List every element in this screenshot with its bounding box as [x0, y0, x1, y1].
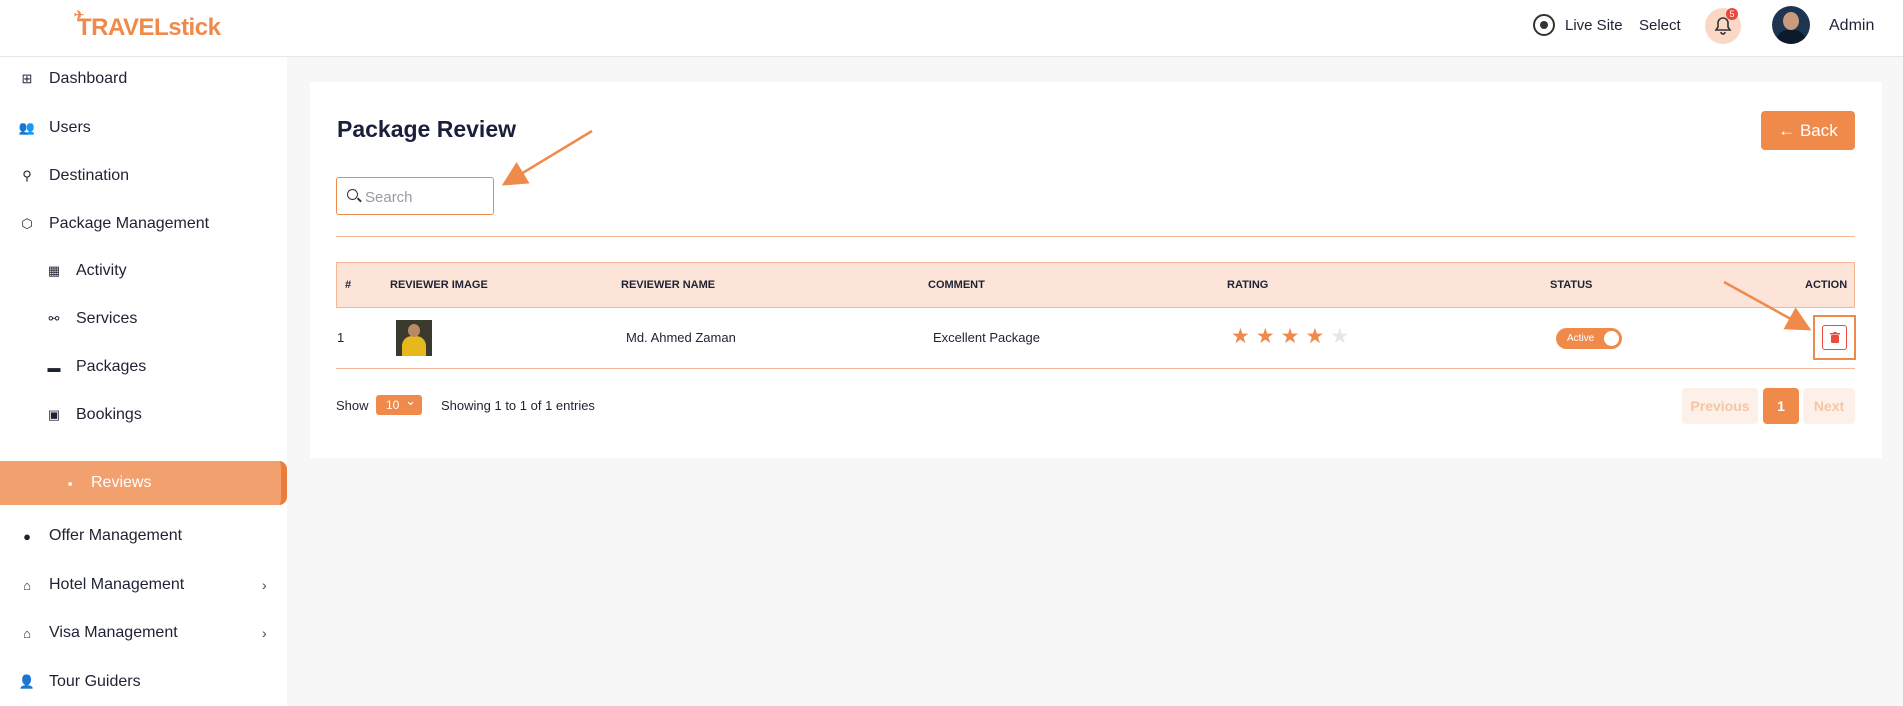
status-toggle[interactable]: Active	[1556, 328, 1622, 349]
page-1-button[interactable]: 1	[1763, 388, 1799, 424]
row-number: 1	[337, 330, 345, 345]
logo-text-travel: TRAVEL	[77, 14, 169, 41]
sidebar-item-services[interactable]: ⚯ Services	[0, 297, 287, 341]
status-label: Active	[1567, 333, 1595, 344]
sidebar-item-visa-management[interactable]: ⌂ Visa Management ›	[0, 611, 287, 655]
sidebar-item-destination[interactable]: ⚲ Destination	[0, 154, 287, 198]
search-icon	[347, 189, 358, 200]
divider	[336, 236, 1855, 237]
sidebar-item-label: Reviews	[91, 474, 152, 491]
delete-button[interactable]	[1822, 325, 1847, 350]
sidebar-item-users[interactable]: 👥 Users	[0, 106, 287, 150]
top-bar: ✈ TRAVELstick Live Site Select 5 Admin	[0, 0, 1903, 57]
sidebar-item-label: Tour Guiders	[49, 673, 141, 690]
live-site-link[interactable]: Live Site	[1565, 17, 1623, 34]
users-icon: 👥	[18, 120, 36, 135]
logo-text-stick: stick	[168, 14, 221, 41]
sidebar-item-dashboard[interactable]: ⊞ Dashboard	[0, 57, 287, 101]
sidebar-item-label: Dashboard	[49, 70, 128, 87]
sidebar-item-label: Activity	[76, 262, 127, 279]
review-comment: Excellent Package	[933, 330, 1040, 345]
star-icon: ★	[1231, 325, 1250, 348]
sidebar-item-label: Services	[76, 310, 138, 327]
hotel-icon: ⌂	[23, 577, 31, 593]
select-dropdown[interactable]: Select	[1639, 17, 1681, 34]
user-name[interactable]: Admin	[1829, 17, 1874, 35]
sidebar-item-label: Package Management	[49, 215, 210, 232]
next-button[interactable]: Next	[1803, 388, 1855, 424]
header-reviewer-name: REVIEWER NAME	[621, 279, 716, 291]
chevron-right-icon: ›	[262, 577, 267, 593]
header-action: ACTION	[1805, 279, 1848, 291]
wallet-icon: ▬	[47, 359, 61, 375]
star-icon: ★	[1305, 325, 1325, 348]
search-input[interactable]	[365, 186, 485, 208]
grid-icon: ⊞	[21, 71, 33, 86]
box-icon: ⬡	[21, 216, 33, 231]
sidebar-item-packages[interactable]: ▬ Packages	[0, 345, 287, 389]
apps-icon: ▦	[47, 263, 61, 278]
header-rating: RATING	[1227, 279, 1269, 291]
toggle-knob	[1604, 331, 1619, 346]
person-icon: 👤	[18, 674, 36, 689]
sidebar-item-label: Packages	[76, 358, 147, 375]
previous-button[interactable]: Previous	[1682, 388, 1758, 424]
header-status: STATUS	[1550, 279, 1593, 291]
star-icon: ★	[1280, 325, 1300, 348]
app-logo[interactable]: ✈ TRAVELstick	[74, 8, 221, 42]
sidebar-item-activity[interactable]: ▦ Activity	[0, 249, 287, 293]
avatar[interactable]	[1772, 6, 1810, 44]
sidebar-item-label: Users	[49, 119, 91, 136]
table-header: # REVIEWER IMAGE REVIEWER NAME COMMENT R…	[336, 262, 1855, 308]
visa-icon: ⌂	[23, 625, 31, 641]
sidebar-item-label: Visa Management	[49, 624, 178, 641]
sidebar-item-tour-guiders[interactable]: 👤 Tour Guiders	[0, 660, 287, 704]
header-comment: COMMENT	[928, 279, 985, 291]
show-label: Show	[336, 398, 369, 413]
trash-icon	[1829, 332, 1840, 343]
sidebar-item-label: Offer Management	[49, 527, 183, 544]
entries-info: Showing 1 to 1 of 1 entries	[441, 398, 595, 413]
search-box[interactable]	[336, 177, 494, 215]
plane-icon: ✈	[74, 8, 84, 22]
offer-icon: ●	[23, 528, 31, 544]
calendar-icon: ▣	[47, 407, 61, 422]
sidebar-item-bookings[interactable]: ▣ Bookings	[0, 393, 287, 437]
sidebar-item-label: Bookings	[76, 406, 142, 423]
page-title: Package Review	[337, 116, 517, 142]
notification-badge: 5	[1726, 8, 1738, 20]
sidebar-item-package-management[interactable]: ⬡ Package Management	[0, 202, 287, 246]
comment-icon: ▪	[67, 475, 73, 491]
star-icon: ★	[1330, 325, 1350, 348]
header-reviewer-image: REVIEWER IMAGE	[390, 279, 488, 291]
location-pin-icon: ⚲	[22, 168, 32, 183]
sidebar-item-hotel-management[interactable]: ⌂ Hotel Management ›	[0, 563, 287, 607]
reviewer-image	[396, 320, 432, 356]
back-button[interactable]: ← Back	[1761, 111, 1855, 150]
table-row: 1 Md. Ahmed Zaman Excellent Package	[336, 308, 1855, 369]
sidebar: ⊞ Dashboard 👥 Users ⚲ Destination ⬡ Pack…	[0, 57, 287, 706]
header-num: #	[345, 279, 352, 291]
page-size-select[interactable]: 10	[376, 391, 422, 415]
sidebar-item-label: Hotel Management	[49, 576, 185, 593]
rating-stars: ★ ★ ★ ★ ★	[1231, 326, 1349, 348]
live-site-icon[interactable]	[1533, 14, 1555, 36]
sidebar-item-label: Destination	[49, 167, 130, 184]
reviewer-name: Md. Ahmed Zaman	[626, 330, 736, 345]
chevron-right-icon: ›	[262, 625, 267, 641]
sidebar-item-offer-management[interactable]: ● Offer Management	[0, 514, 287, 558]
star-icon: ★	[1255, 325, 1275, 348]
sidebar-item-reviews[interactable]: ▪ Reviews	[0, 461, 287, 505]
services-icon: ⚯	[48, 311, 60, 326]
